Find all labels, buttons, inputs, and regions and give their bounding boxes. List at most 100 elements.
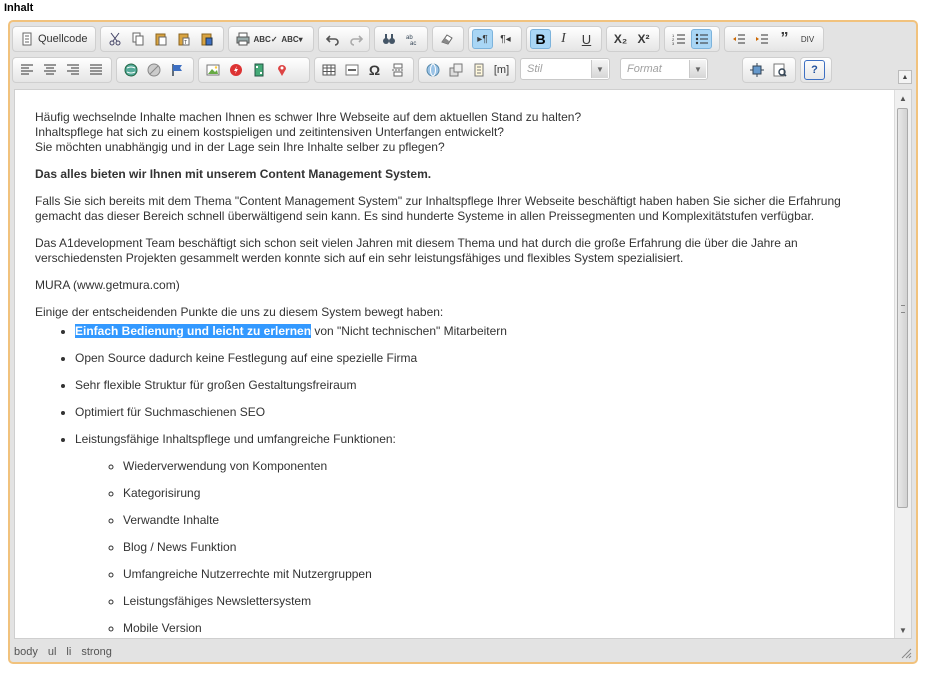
component-button[interactable] (445, 60, 466, 80)
indent-icon (755, 34, 768, 44)
scrollbar-thumb[interactable] (897, 108, 908, 508)
source-button[interactable]: Quellcode (16, 29, 92, 49)
template-button[interactable] (468, 60, 489, 80)
undo-button[interactable] (322, 29, 343, 49)
document-body[interactable]: Häufig wechselnde Inhalte machen Ihnen e… (35, 110, 875, 638)
media-button[interactable] (248, 60, 269, 80)
intro-line-2: Inhaltspflege hat sich zu einem kostspie… (35, 125, 504, 139)
redo-button[interactable] (345, 29, 366, 49)
link-button[interactable] (120, 60, 141, 80)
paste-word-icon (201, 33, 212, 46)
globe-icon (426, 63, 439, 77)
format-combo-value: Format (627, 63, 662, 75)
bulleted-list-button[interactable] (691, 29, 712, 49)
special-char-button[interactable]: Ω (364, 60, 385, 80)
scroll-down-arrow-icon[interactable]: ▼ (895, 622, 911, 638)
horizontal-rule-button[interactable] (341, 60, 362, 80)
toolbar-group-source: Quellcode (12, 26, 96, 52)
globe-link-icon (124, 63, 137, 77)
collapse-toolbar-button[interactable]: ▲ (898, 70, 912, 84)
style-combo[interactable]: Stil ▼ (520, 58, 610, 80)
scroll-up-arrow-icon[interactable]: ▲ (895, 90, 911, 106)
toolbar-group-clipboard: T (100, 26, 224, 52)
chevron-down-icon[interactable]: ▼ (689, 60, 706, 78)
bold-button[interactable]: B (530, 29, 551, 49)
flash-button[interactable] (225, 60, 246, 80)
sub-list-item: Kategorisirung (123, 486, 875, 501)
grip-icon (901, 305, 905, 313)
toolbar-group-plugins: [m] (418, 57, 516, 83)
path-body[interactable]: body (14, 646, 38, 658)
align-center-button[interactable] (39, 60, 60, 80)
subscript-button[interactable]: X₂ (610, 29, 631, 49)
printer-icon (236, 32, 249, 46)
component-icon (449, 63, 462, 77)
find-button[interactable] (378, 29, 399, 49)
bold-label: B (535, 31, 546, 47)
toolbar-group-align (12, 57, 112, 83)
path-strong[interactable]: strong (81, 646, 112, 658)
sub-list-item: Mobile Version (123, 621, 875, 636)
style-combo-value: Stil (527, 63, 543, 75)
remove-format-button[interactable] (436, 29, 457, 49)
rtl-icon: ¶◂ (500, 33, 511, 45)
div-container-button[interactable]: DIV (797, 29, 818, 49)
maximize-button[interactable] (746, 60, 767, 80)
chevron-down-icon[interactable]: ▼ (591, 60, 608, 78)
italic-button[interactable]: I (553, 29, 574, 49)
image-button[interactable] (202, 60, 223, 80)
intro-paragraph: Häufig wechselnde Inhalte machen Ihnen e… (35, 110, 875, 155)
format-combo[interactable]: Format ▼ (620, 58, 708, 80)
rtl-button[interactable]: ¶◂ (495, 29, 516, 49)
triangle-up-icon: ▲ (901, 73, 909, 81)
copy-button[interactable] (127, 29, 148, 49)
page-break-button[interactable] (387, 60, 408, 80)
align-justify-button[interactable] (85, 60, 106, 80)
svg-text:T: T (184, 40, 187, 46)
spellcheck-dropdown-button[interactable]: ABC▾ (278, 29, 306, 49)
list-item: Optimiert für Suchmaschienen SEO (75, 405, 875, 420)
iframe-button[interactable] (422, 60, 443, 80)
vertical-scrollbar[interactable]: ▲ ▼ (894, 90, 911, 638)
paste-word-button[interactable] (196, 29, 217, 49)
div-icon: DIV (800, 34, 815, 44)
anchor-button[interactable] (166, 60, 187, 80)
spellcheck-button[interactable]: ABC✓ (253, 29, 277, 49)
align-right-button[interactable] (62, 60, 83, 80)
toolbar-group-lists: 123 (664, 26, 720, 52)
indent-button[interactable] (751, 29, 772, 49)
paste-button[interactable] (150, 29, 171, 49)
numbered-list-button[interactable]: 123 (668, 29, 689, 49)
selected-text[interactable]: Einfach Bedienung und leicht zu erlernen (75, 324, 312, 338)
ltr-button[interactable]: ▸¶ (472, 29, 493, 49)
show-blocks-button[interactable] (769, 60, 790, 80)
align-right-icon (66, 64, 79, 75)
help-button[interactable]: ? (804, 60, 825, 80)
path-ul[interactable]: ul (48, 646, 57, 658)
replace-button[interactable]: ab ac (401, 29, 422, 49)
paragraph-mura: MURA (www.getmura.com) (35, 278, 180, 292)
unlink-button[interactable] (143, 60, 164, 80)
toolbar-group-indent: ” DIV (724, 26, 824, 52)
placeholder-button[interactable]: [m] (491, 60, 512, 80)
map-button[interactable] (271, 60, 292, 80)
resize-grip-icon[interactable] (900, 647, 912, 659)
unlink-icon (147, 63, 160, 77)
outdent-button[interactable] (728, 29, 749, 49)
table-button[interactable] (318, 60, 339, 80)
list-item: Einfach Bedienung und leicht zu erlernen… (75, 324, 875, 339)
underline-button[interactable]: U (576, 29, 597, 49)
underline-label: U (581, 31, 592, 47)
paste-text-button[interactable]: T (173, 29, 194, 49)
copy-icon (132, 32, 143, 46)
align-left-button[interactable] (16, 60, 37, 80)
blockquote-button[interactable]: ” (774, 29, 795, 49)
cut-button[interactable] (104, 29, 125, 49)
superscript-label: X² (637, 32, 650, 46)
superscript-button[interactable]: X² (633, 29, 654, 49)
print-button[interactable] (232, 29, 253, 49)
path-li[interactable]: li (66, 646, 71, 658)
editor-content-area[interactable]: Häufig wechselnde Inhalte machen Ihnen e… (14, 89, 912, 639)
intro-line-3: Sie möchten unabhängig und in der Lage s… (35, 140, 445, 154)
paragraph-cms-experience: Falls Sie sich bereits mit dem Thema "Co… (35, 194, 841, 223)
